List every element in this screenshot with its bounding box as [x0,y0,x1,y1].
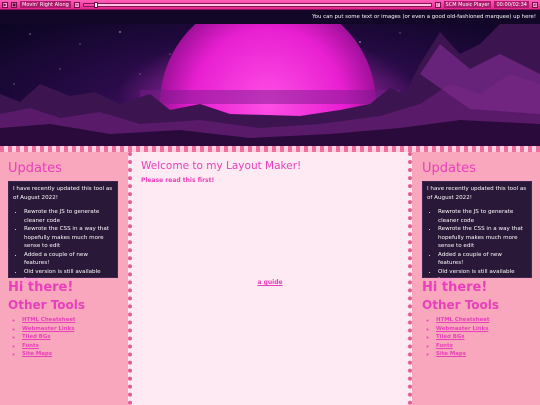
list-item: Site Maps [22,350,127,359]
music-player: ▶ ■ Movin' Right Along ≡ ♪ SCM Music Pla… [0,0,540,10]
other-tools-heading: Other Tools [8,298,86,312]
page-title: Welcome to my Layout Maker! [141,160,302,172]
updates-list: Rewrote the JS to generate cleaner code … [427,208,527,285]
hi-heading: Hi there! [8,280,74,295]
tool-link-tiled-bgs[interactable]: Tiled BGs [22,334,51,340]
update-item: Rewrote the JS to generate cleaner code [24,208,113,225]
tool-link-webmaster-links[interactable]: Webmaster Links [22,326,74,332]
page-subtitle: Please read this first! [141,177,215,184]
track-name: Movin' Right Along [20,1,71,8]
update-item: Added a couple of new features! [24,251,113,268]
player-time: 00:00/02:34 [494,1,529,8]
update-item: Rewrote the JS to generate cleaner code [438,208,527,225]
list-item: Fonts [22,342,127,351]
updates-intro: I have recently updated this tool as of … [427,186,527,201]
list-item: Site Maps [436,350,540,359]
progress-handle[interactable] [94,1,99,8]
shuffle-icon[interactable]: ⇄ [532,1,538,8]
update-item-text: Old version is still available [24,268,101,275]
updates-intro: I have recently updated this tool as of … [13,186,113,201]
main-content: Welcome to my Layout Maker! Please read … [128,152,412,405]
progress-slider[interactable] [82,1,432,8]
list-item: Tiled BGs [22,333,127,342]
updates-box: I have recently updated this tool as of … [422,181,532,283]
hi-heading: Hi there! [422,280,488,295]
list-item: HTML Cheatsheet [22,316,127,325]
other-tools-list: HTML Cheatsheet Webmaster Links Tiled BG… [8,316,127,359]
guide-link-row: a guide [132,269,408,288]
updates-heading: Updates [8,161,62,176]
tool-link-fonts[interactable]: Fonts [436,343,453,349]
tool-link-fonts[interactable]: Fonts [22,343,39,349]
left-sidebar: Updates I have recently updated this too… [8,152,127,359]
volume-icon[interactable]: ♪ [434,1,441,8]
list-item: Webmaster Links [436,325,540,334]
marquee-text: You can put some text or images (or even… [312,14,536,20]
list-item: Webmaster Links [22,325,127,334]
other-tools-heading: Other Tools [422,298,500,312]
updates-heading: Updates [422,161,476,176]
play-button[interactable]: ▶ [2,1,8,8]
tool-link-tiled-bgs[interactable]: Tiled BGs [436,334,465,340]
tool-link-site-maps[interactable]: Site Maps [22,351,52,357]
tool-link-site-maps[interactable]: Site Maps [436,351,466,357]
other-tools-list: HTML Cheatsheet Webmaster Links Tiled BG… [422,316,540,359]
progress-fill [83,3,95,6]
tool-link-webmaster-links[interactable]: Webmaster Links [436,326,488,332]
list-item: Tiled BGs [436,333,540,342]
update-item: Added a couple of new features! [438,251,527,268]
updates-box: I have recently updated this tool as of … [8,181,118,283]
updates-list: Rewrote the JS to generate cleaner code … [13,208,113,285]
playlist-icon[interactable]: ≡ [73,1,80,8]
header-banner-image [0,24,540,148]
header-marquee: You can put some text or images (or even… [0,10,540,24]
update-item: Rewrote the CSS in a way that hopefully … [438,225,527,251]
right-sidebar: Updates I have recently updated this too… [422,152,540,359]
list-item: Fonts [436,342,540,351]
tool-link-html-cheatsheet[interactable]: HTML Cheatsheet [436,317,489,323]
player-title: SCM Music Player [443,1,492,8]
list-item: HTML Cheatsheet [436,316,540,325]
tool-link-html-cheatsheet[interactable]: HTML Cheatsheet [22,317,75,323]
guide-link[interactable]: a guide [257,279,282,286]
update-item: Rewrote the CSS in a way that hopefully … [24,225,113,251]
update-item-text: Old version is still available [438,268,515,275]
stop-button[interactable]: ■ [11,1,17,8]
